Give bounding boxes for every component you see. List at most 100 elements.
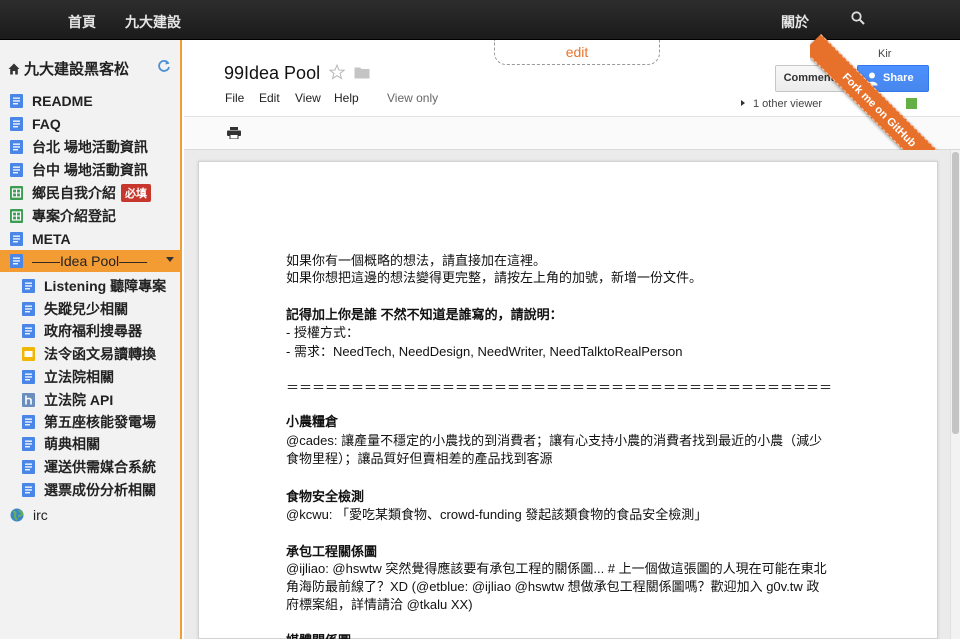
sidebar-item[interactable]: 立法院 API xyxy=(22,389,180,411)
sidebar-item-label: 萌典相關 xyxy=(44,436,100,452)
sidebar-item-label: 運送供需媒合系統 xyxy=(44,459,156,475)
sidebar-item-label: FAQ xyxy=(32,116,61,132)
menu-file[interactable]: File xyxy=(225,91,244,105)
viewers-toggle[interactable]: 1 other viewer xyxy=(741,98,822,110)
sidebar-item[interactable]: README xyxy=(10,90,180,112)
doc-icon xyxy=(22,279,35,293)
doc-icon xyxy=(22,460,35,474)
sidebar-item[interactable]: 萌典相關 xyxy=(22,433,180,455)
menu-view[interactable]: View xyxy=(295,91,321,105)
doc-icon xyxy=(10,94,23,108)
sidebar-item-label: 失蹤兒少相關 xyxy=(44,301,128,317)
doc-icon xyxy=(10,140,23,154)
home-icon xyxy=(8,63,20,75)
sidebar-item-label: META xyxy=(32,231,71,247)
doc-icon xyxy=(22,324,35,338)
star-icon[interactable] xyxy=(329,64,345,80)
sidebar-item[interactable]: 立法院相關 xyxy=(22,366,180,388)
doc-heading: 食物安全檢測 xyxy=(286,489,365,504)
sidebar-item-label: 第五座核能發電場 xyxy=(44,414,156,430)
view-only-label: View only xyxy=(387,91,439,105)
globe-icon xyxy=(10,508,24,522)
doc-line: @ijliao: @hswtw 突然覺得應該要有承包工程的關係圖... # 上一… xyxy=(286,561,827,576)
sidebar-item[interactable]: 台中 場地活動資訊 xyxy=(10,159,180,181)
doc-icon xyxy=(22,415,35,429)
doc-icon xyxy=(22,483,35,497)
doc-line: - 授權方式： xyxy=(286,325,359,340)
doc-icon xyxy=(22,302,35,316)
scrollbar-thumb[interactable] xyxy=(952,152,959,434)
sidebar-item[interactable]: 失蹤兒少相關 xyxy=(22,298,180,320)
sidebar-item-label: Listening 聽障專案 xyxy=(44,278,167,294)
required-badge: 必填 xyxy=(121,184,151,202)
sidebar-item[interactable]: 運送供需媒合系統 xyxy=(22,456,180,478)
sidebar-item-label: 法令函文易讀轉換 xyxy=(44,346,156,362)
doc-icon xyxy=(10,117,23,131)
doc-icon xyxy=(22,370,35,384)
doc-icon xyxy=(10,254,23,268)
doc-heading: 記得加上你是誰 不然不知道是誰寫的，請說明： xyxy=(286,307,563,322)
sidebar-item-label: 立法院相關 xyxy=(44,369,114,385)
spreadsheet-icon xyxy=(10,209,23,223)
spreadsheet-icon xyxy=(10,186,23,200)
share-label: Share xyxy=(883,72,914,84)
sidebar-item-label: 政府福利搜尋器 xyxy=(44,323,142,339)
sidebar-item[interactable]: 第五座核能發電場 xyxy=(22,411,180,433)
doc-icon xyxy=(10,232,23,246)
nav-nine-projects-link[interactable]: 九大建設 xyxy=(125,12,181,32)
doc-line: @cades: 讓產量不穩定的小農找的到消費者；讓有心支持小農的消費者找到最近的… xyxy=(286,433,823,448)
doc-heading: 小農糧倉 xyxy=(286,414,339,429)
sidebar-item-label: 立法院 API xyxy=(44,392,114,408)
sidebar-item-label: README xyxy=(32,93,93,109)
sidebar-item[interactable]: META xyxy=(10,228,180,250)
expand-arrow-icon xyxy=(741,100,745,106)
doc-line: 府標案組，詳情請洽 @tkalu XX) xyxy=(286,597,473,612)
doc-icon xyxy=(22,437,35,451)
sidebar-item-label: 台北 場地活動資訊 xyxy=(32,139,148,155)
sidebar-item-label: ——Idea Pool—— xyxy=(32,253,148,269)
caret-down-icon[interactable] xyxy=(166,257,174,262)
sidebar-item[interactable]: ——Idea Pool—— xyxy=(0,250,180,272)
doc-line: 角海防最前線了？XD (@etblue: @ijliao @hswtw 想做承包… xyxy=(286,579,820,594)
doc-icon xyxy=(10,163,23,177)
nav-home-link[interactable]: 首頁 xyxy=(68,12,96,32)
doc-line: ＝＝＝＝＝＝＝＝＝＝＝＝＝＝＝＝＝＝＝＝＝＝＝＝＝＝＝＝＝＝＝＝＝＝＝＝＝＝＝＝… xyxy=(286,380,833,395)
sidebar-title[interactable]: 九大建設黑客松 xyxy=(8,58,129,79)
sidebar-item[interactable]: FAQ xyxy=(10,113,180,135)
menu-edit[interactable]: Edit xyxy=(259,91,280,105)
viewer-color-swatch xyxy=(906,98,917,109)
sidebar-item[interactable]: 專案介紹登記 xyxy=(10,205,180,227)
doc-line: @kcwu: 「愛吃某類食物、crowd-funding 發起該類食物的食品安全… xyxy=(286,507,708,522)
sidebar-item[interactable]: irc xyxy=(10,504,180,526)
refresh-icon[interactable] xyxy=(157,59,171,73)
top-nav: 首頁 九大建設 關於 xyxy=(0,0,960,40)
menu-help[interactable]: Help xyxy=(334,91,359,105)
doc-line: 食物里程）；讓品質好但賣相差的產品找到客源 xyxy=(286,451,553,466)
folder-icon[interactable] xyxy=(354,66,370,79)
sidebar-item-label: 台中 場地活動資訊 xyxy=(32,162,148,178)
doc-toolbar xyxy=(184,116,960,150)
search-icon[interactable] xyxy=(851,11,865,25)
doc-title[interactable]: 99Idea Pool xyxy=(224,63,320,84)
sidebar-item[interactable]: 法令函文易讀轉換 xyxy=(22,343,180,365)
slides-icon xyxy=(22,347,35,361)
print-icon[interactable] xyxy=(227,127,241,139)
doc-line: - 需求：NeedTech, NeedDesign, NeedWriter, N… xyxy=(286,344,683,359)
sidebar-item[interactable]: 鄉民自我介紹 必填 xyxy=(10,182,180,204)
hackpad-icon xyxy=(22,393,35,407)
sidebar-item[interactable]: 選票成份分析相關 xyxy=(22,479,180,501)
sidebar-item-label: 選票成份分析相關 xyxy=(44,482,156,498)
edit-tab[interactable]: edit xyxy=(494,40,660,65)
nav-about-link[interactable]: 關於 xyxy=(781,12,809,32)
sidebar-item[interactable]: 政府福利搜尋器 xyxy=(22,320,180,342)
sidebar-item-label: 專案介紹登記 xyxy=(32,208,116,224)
sidebar-item-label: irc xyxy=(33,507,48,523)
doc-heading: 媒體關係圖 xyxy=(286,630,351,639)
sidebar-item[interactable]: Listening 聽障專案 xyxy=(22,275,180,297)
sidebar-title-text: 九大建設黑客松 xyxy=(24,61,130,78)
viewers-count: 1 other viewer xyxy=(753,98,823,110)
doc-line: 如果你想把這邊的想法變得更完整，請按左上角的加號，新增一份文件。 xyxy=(286,270,703,285)
sidebar-item[interactable]: 台北 場地活動資訊 xyxy=(10,136,180,158)
sidebar-item-label: 鄉民自我介紹 xyxy=(32,185,116,201)
user-name[interactable]: Kir xyxy=(878,48,891,60)
